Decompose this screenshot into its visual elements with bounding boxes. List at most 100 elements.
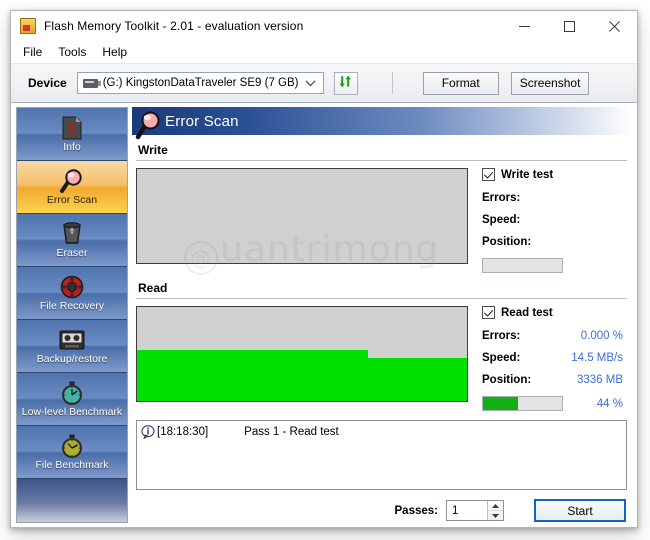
sidebar-filler (17, 479, 127, 522)
read-position-label: Position: (482, 374, 532, 386)
sidebar-item-file-benchmark[interactable]: File Benchmark (17, 426, 127, 479)
footer-controls: Passes: 1 Start (132, 490, 633, 522)
device-select[interactable]: (G:) KingstonDataTraveler SE9 (7 GB) (76, 72, 324, 94)
info-balloon-icon (141, 425, 155, 440)
read-errors-row: Errors: 0.000 % (482, 330, 627, 342)
write-graph (136, 168, 468, 264)
format-button[interactable]: Format (422, 71, 499, 95)
write-progress-bar (482, 258, 563, 273)
toolbar-separator (391, 72, 393, 94)
read-errors-label: Errors: (482, 330, 521, 342)
log-entry: [18:18:30] Pass 1 - Read test (141, 425, 622, 440)
log-panel[interactable]: [18:18:30] Pass 1 - Read test (136, 420, 627, 490)
read-progress-bar (482, 396, 563, 411)
read-section-divider (136, 298, 627, 299)
stopwatch-olive-icon (59, 433, 85, 459)
menu-item-file[interactable]: File (23, 43, 51, 61)
svg-text:1: 1 (67, 120, 77, 138)
cassette-tape-icon (59, 327, 85, 353)
read-graph-fill-left (137, 350, 368, 401)
maximize-button[interactable] (547, 11, 592, 41)
window-controls (502, 11, 637, 41)
sidebar-item-label: Low-level Benchmark (21, 406, 123, 418)
device-label: Device (28, 76, 67, 90)
write-test-checkbox[interactable]: Write test (482, 168, 627, 181)
sidebar-item-label: Error Scan (46, 194, 98, 206)
write-errors-label: Errors: (482, 192, 521, 204)
write-errors-row: Errors: (482, 192, 627, 204)
toolbar: Device (G:) KingstonDataTraveler SE9 (7 … (11, 63, 637, 103)
usb-drive-icon (82, 78, 101, 88)
screenshot-button[interactable]: Screenshot (510, 71, 590, 95)
write-section-divider (136, 160, 627, 161)
sidebar-item-label: Backup/restore (36, 353, 108, 365)
write-test-label: Write test (501, 168, 554, 181)
read-section: Read Read test Errors: 0.000 % Speed: 14… (132, 273, 633, 411)
info-card-icon: 1 (59, 115, 85, 141)
sidebar-item-eraser[interactable]: Eraser (17, 214, 127, 267)
close-button[interactable] (592, 11, 637, 41)
log-message: Pass 1 - Read test (244, 426, 339, 438)
stepper-buttons (487, 501, 503, 520)
read-test-label: Read test (501, 306, 553, 319)
page-title: Error Scan (165, 112, 239, 130)
body-container: 1 Info Error Scan Eraser File Recovery B… (11, 103, 637, 527)
read-speed-label: Speed: (482, 352, 521, 364)
sidebar: 1 Info Error Scan Eraser File Recovery B… (16, 107, 128, 523)
sidebar-item-label: File Benchmark (35, 459, 109, 471)
start-button[interactable]: Start (534, 499, 626, 522)
read-progress-fill (483, 397, 518, 410)
trash-can-icon (59, 221, 85, 247)
checkbox-check-icon (482, 306, 495, 319)
sidebar-item-file-recovery[interactable]: File Recovery (17, 267, 127, 320)
chevron-down-icon (305, 73, 316, 93)
write-stats: Write test Errors: Speed: Position: (482, 168, 627, 273)
magnifier-icon (134, 110, 164, 140)
read-test-checkbox[interactable]: Read test (482, 306, 627, 319)
read-graph-fill-right (368, 357, 467, 401)
sidebar-item-label: File Recovery (39, 300, 105, 312)
passes-stepper[interactable]: 1 (446, 500, 504, 521)
sidebar-item-info[interactable]: 1 Info (17, 108, 127, 161)
menu-bar: File Tools Help (11, 41, 637, 63)
write-section: Write Write test Errors: Speed: Position… (132, 135, 633, 273)
main-panel: Error Scan @uantrimong Write Write test (132, 107, 633, 523)
magnifier-icon (59, 168, 85, 194)
stepper-increment-button[interactable] (488, 501, 503, 511)
read-position-value: 3336 MB (576, 374, 623, 386)
sidebar-item-error-scan[interactable]: Error Scan (17, 161, 127, 214)
read-section-title: Read (138, 281, 168, 295)
write-speed-label: Speed: (482, 214, 521, 226)
stepper-decrement-button[interactable] (488, 511, 503, 520)
window-title: Flash Memory Toolkit - 2.01 - evaluation… (44, 19, 304, 33)
write-progress-row (482, 258, 627, 273)
title-bar: Flash Memory Toolkit - 2.01 - evaluation… (11, 11, 637, 41)
sidebar-item-label: Eraser (56, 247, 88, 259)
life-ring-icon (59, 274, 85, 300)
flash-drive-icon (20, 18, 36, 34)
log-timestamp: [18:18:30] (157, 426, 209, 438)
write-position-label: Position: (482, 236, 532, 248)
passes-label: Passes: (394, 504, 438, 517)
stopwatch-teal-icon (59, 380, 85, 406)
read-percent-value: 44 % (596, 397, 623, 410)
read-errors-value: 0.000 % (580, 330, 623, 342)
menu-item-tools[interactable]: Tools (58, 43, 95, 61)
write-section-title: Write (138, 143, 168, 157)
sidebar-item-backup-restore[interactable]: Backup/restore (17, 320, 127, 373)
read-position-row: Position: 3336 MB (482, 374, 627, 386)
passes-value: 1 (452, 504, 459, 517)
device-selected-value: (G:) KingstonDataTraveler SE9 (7 GB) (102, 77, 299, 89)
checkbox-check-icon (482, 168, 495, 181)
menu-item-help[interactable]: Help (102, 43, 136, 61)
write-speed-row: Speed: (482, 214, 627, 226)
minimize-button[interactable] (502, 11, 547, 41)
sidebar-item-low-level-benchmark[interactable]: Low-level Benchmark (17, 373, 127, 426)
write-position-row: Position: (482, 236, 627, 248)
application-window: Flash Memory Toolkit - 2.01 - evaluation… (10, 10, 638, 528)
refresh-icon (338, 74, 353, 92)
sidebar-item-label: Info (63, 141, 81, 153)
refresh-button[interactable] (333, 71, 358, 95)
read-graph (136, 306, 468, 402)
read-stats: Read test Errors: 0.000 % Speed: 14.5 MB… (482, 306, 627, 411)
